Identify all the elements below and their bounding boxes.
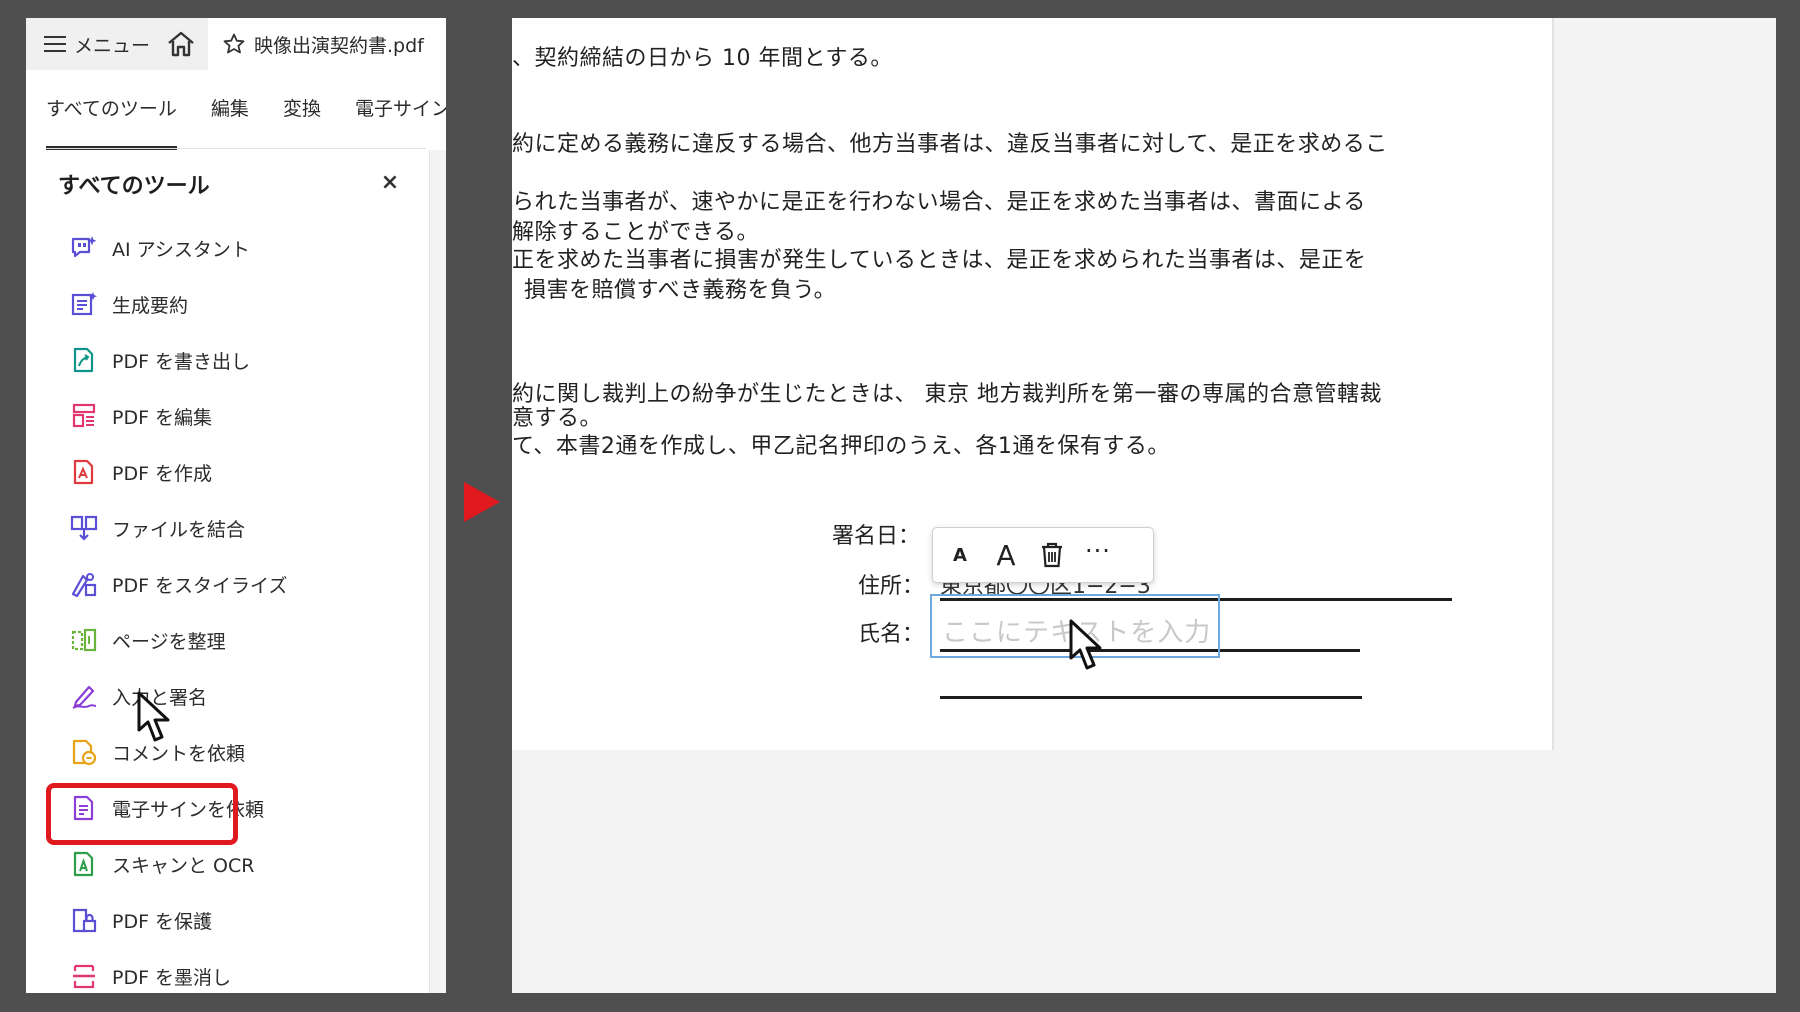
tool-label: PDF を作成 bbox=[112, 462, 213, 485]
tool-label: 生成要約 bbox=[112, 294, 189, 317]
tool-redact-pdf[interactable]: PDF を墨消し bbox=[70, 948, 410, 993]
tool-export-pdf[interactable]: PDF を書き出し bbox=[70, 332, 410, 388]
tool-label: スキャンと OCR bbox=[112, 854, 255, 877]
increase-font-button[interactable]: A bbox=[991, 539, 1021, 572]
tools-scrollbar[interactable] bbox=[429, 150, 446, 993]
tool-label: PDF を墨消し bbox=[112, 966, 232, 989]
doc-text-line: 約に定める義務に違反する場合、他方当事者は、違反当事者に対して、是正を求めるこ bbox=[512, 132, 1388, 157]
tool-create-pdf[interactable]: PDF を作成 bbox=[70, 444, 410, 500]
doc-text-line: られた当事者が、速やかに是正を行わない場合、是正を求めた当事者は、書面による bbox=[512, 190, 1366, 215]
summary-icon bbox=[71, 292, 97, 316]
export-pdf-icon bbox=[73, 347, 94, 373]
doc-text-line: 、契約締結の日から 10 年間とする。 bbox=[512, 46, 893, 71]
tool-ai-assistant[interactable]: AI アシスタント bbox=[70, 220, 410, 276]
highlight-box bbox=[46, 783, 238, 845]
home-button[interactable] bbox=[164, 28, 198, 60]
text-format-toolbar: A A ··· bbox=[932, 527, 1154, 583]
tool-request-comments[interactable]: コメントを依頼 bbox=[70, 724, 410, 780]
right-arrow-icon bbox=[464, 482, 500, 522]
address-label: 住所： bbox=[858, 574, 925, 599]
combine-files-icon bbox=[70, 515, 98, 541]
decrease-font-button[interactable]: A bbox=[947, 545, 973, 566]
mouse-cursor-icon bbox=[137, 691, 170, 742]
tool-label: PDF を保護 bbox=[112, 910, 213, 933]
document-tab[interactable]: 映像出演契約書.pdf bbox=[208, 18, 446, 70]
tool-label: ページを整理 bbox=[112, 630, 226, 653]
tab-esign[interactable]: 電子サイン bbox=[355, 82, 446, 139]
more-options-button[interactable]: ··· bbox=[1083, 537, 1113, 565]
tool-edit-pdf[interactable]: PDF を編集 bbox=[70, 388, 410, 444]
tool-protect-pdf[interactable]: PDF を保護 bbox=[70, 892, 410, 948]
mouse-cursor-icon bbox=[1069, 619, 1102, 670]
doc-text-line: 約に関し裁判上の紛争が生じたときは、 東京 地方裁判所を第一審の専属的合意管轄裁 bbox=[512, 382, 1382, 407]
trash-icon bbox=[1042, 542, 1062, 568]
hamburger-icon bbox=[44, 36, 66, 52]
request-comments-icon bbox=[72, 739, 97, 766]
tab-convert[interactable]: 変換 bbox=[283, 82, 321, 139]
tool-fill-and-sign[interactable]: 入力と署名 bbox=[70, 668, 410, 724]
tabs-divider bbox=[46, 148, 426, 149]
tool-label: コメントを依頼 bbox=[112, 742, 246, 765]
tool-label: ファイルを結合 bbox=[112, 518, 246, 541]
tool-stylize-pdf[interactable]: PDF をスタイライズ bbox=[70, 556, 410, 612]
fill-sign-icon bbox=[72, 685, 97, 709]
tab-edit[interactable]: 編集 bbox=[211, 82, 249, 139]
ai-assistant-icon bbox=[71, 236, 97, 258]
doc-text-line: 正を求めた当事者に損害が発生しているときは、是正を求められた当事者は、是正を bbox=[512, 248, 1367, 273]
tool-tabs: すべてのツール 編集 変換 電子サイン bbox=[26, 70, 446, 150]
organize-pages-icon bbox=[71, 628, 97, 652]
tool-label: AI アシスタント bbox=[112, 238, 250, 261]
name-label: 氏名： bbox=[858, 622, 925, 647]
home-icon bbox=[168, 31, 194, 57]
stylize-pdf-icon bbox=[71, 573, 97, 598]
tools-panel-title: すべてのツール bbox=[58, 174, 210, 199]
acrobat-sidebar-panel: メニュー 映像出演契約書.pdf すべてのツール 編集 変換 電子サイン すべて… bbox=[26, 18, 446, 993]
tool-combine-files[interactable]: ファイルを結合 bbox=[70, 500, 410, 556]
scan-ocr-icon bbox=[73, 851, 94, 877]
tool-list: AI アシスタント 生成要約 PDF を書き出し PDF を編集 PDF を作成… bbox=[70, 220, 410, 993]
extra-underline bbox=[940, 696, 1362, 699]
tool-generative-summary[interactable]: 生成要約 bbox=[70, 276, 410, 332]
tool-label: PDF を編集 bbox=[112, 406, 213, 429]
menu-label: メニュー bbox=[74, 34, 151, 57]
create-pdf-icon bbox=[73, 459, 94, 485]
doc-text-line: て、本書2通を作成し、甲乙記名押印のうえ、各1通を保有する。 bbox=[512, 434, 1170, 459]
tool-organize-pages[interactable]: ページを整理 bbox=[70, 612, 410, 668]
title-bar: メニュー 映像出演契約書.pdf bbox=[26, 18, 446, 70]
document-viewer: 、契約締結の日から 10 年間とする。 約に定める義務に違反する場合、他方当事者… bbox=[512, 18, 1776, 993]
tab-all-tools[interactable]: すべてのツール bbox=[46, 82, 177, 150]
tool-label: PDF をスタイライズ bbox=[112, 574, 288, 597]
star-icon[interactable] bbox=[222, 32, 246, 56]
all-tools-panel: すべてのツール × AI アシスタント 生成要約 PDF を書き出し PDF を… bbox=[26, 150, 430, 993]
edit-pdf-icon bbox=[72, 403, 96, 428]
protect-pdf-icon bbox=[72, 908, 97, 933]
delete-button[interactable] bbox=[1039, 541, 1065, 569]
doc-text-line: 損害を賠償すべき義務を負う。 bbox=[524, 278, 837, 303]
signature-date-label: 署名日： bbox=[832, 524, 921, 549]
redact-pdf-icon bbox=[73, 964, 95, 989]
close-icon[interactable]: × bbox=[378, 170, 402, 195]
document-page: 、契約締結の日から 10 年間とする。 約に定める義務に違反する場合、他方当事者… bbox=[512, 18, 1554, 750]
tool-label: PDF を書き出し bbox=[112, 350, 251, 373]
document-tab-title: 映像出演契約書.pdf bbox=[254, 34, 424, 57]
menu-button[interactable]: メニュー bbox=[44, 28, 150, 60]
